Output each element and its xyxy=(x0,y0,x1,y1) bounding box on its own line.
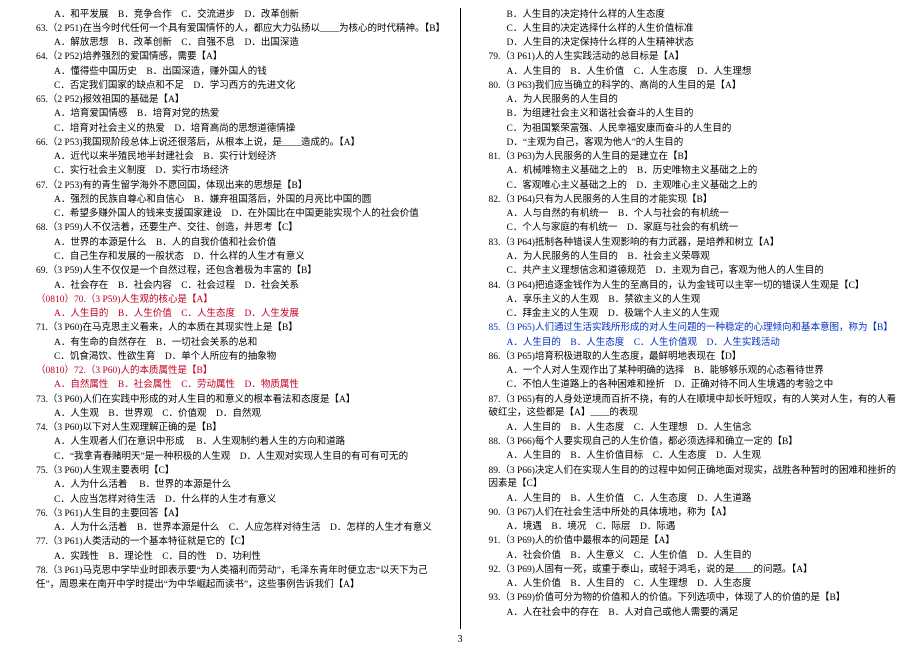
page-number: 3 xyxy=(458,634,463,645)
text-line: （0810）70.（3 P59)人生观的核心是【A】 xyxy=(18,294,444,308)
text-line: 79.（3 P61)人的人生实践活动的总目标是【A】 xyxy=(471,51,897,65)
text-line: A．人生观者人们在意识中形成 B．人生观制约着人生的方向和道路 xyxy=(18,436,444,450)
text-line: A．实践性 B．理论性 C．目的性 D．功利性 xyxy=(18,551,444,565)
text-line: B．人生目的决定持什么样的人生态度 xyxy=(471,9,897,23)
text-line: 64.（2 P52)培养强烈的爱国情感，需要【A】 xyxy=(18,51,444,65)
two-column-layout: A．和平发展 B．竞争合作 C．交流进步 D．改革创新63.（2 P51)在当今… xyxy=(0,0,920,651)
text-line: A．解放思想 B．改革创新 C．自强不息 D．出国深造 xyxy=(18,37,444,51)
text-line: （0810）72.（3 P60)人的本质属性是【B】 xyxy=(18,365,444,379)
text-line: 86.（3 P65)培育积极进取的人生态度，最鲜明地表现在【D】 xyxy=(471,351,897,365)
text-line: C．个人与家庭的有机统一 D．家庭与社会的有机统一 xyxy=(471,222,897,236)
text-line: 71.（3 P60)在马克思主义看来，人的本质在其现实性上是【B】 xyxy=(18,322,444,336)
text-line: 78.（3 P61)马克思中学毕业时即表示要“为人类福利而劳动”，毛泽东青年时便… xyxy=(18,565,444,593)
text-line: 80.（3 P63)我们应当确立的科学的、高尚的人生目的是【A】 xyxy=(471,80,897,94)
text-line: 88.（3 P66)每个人要实现自己的人生价值，都必须选择和确立一定的【B】 xyxy=(471,436,897,450)
text-line: C．不怕人生道路上的各种困难和挫折 D．正确对待不同人生境遇的考验之中 xyxy=(471,379,897,393)
text-line: 89.（3 P66)决定人们在实现人生目的的过程中如何正确地面对现实，战胜各种暂… xyxy=(471,465,897,493)
text-line: 66.（2 P53)我国现阶段总体上说还很落后，从根本上说，是﻿____﻿造成的… xyxy=(18,137,444,151)
text-line: 84.（3 P64)把追逐金钱作为人生的至高目的，认为金钱可以主宰一切的错误人生… xyxy=(471,280,897,294)
text-line: A．境遇 B．境况 C．际层 D．际遇 xyxy=(471,521,897,535)
text-line: 85.（3 P65)人们通过生活实践所形成的对人生问题的一种稳定的心理倾向和基本… xyxy=(471,322,897,336)
text-line: A．人生目的 B．人生态度 C．人生价值观 D．人生实践活动 xyxy=(471,337,897,351)
text-line: 65.（2 P52)报效祖国的基础是【A】 xyxy=(18,94,444,108)
text-line: 91.（3 P69)人的价值中最根本的问题是【A】 xyxy=(471,535,897,549)
text-line: A．为人民服务的人生目的 xyxy=(471,94,897,108)
text-line: 77.（3 P61)人类活动的一个基本特征就是它的【C】 xyxy=(18,536,444,550)
right-column: B．人生目的决定持什么样的人生态度C．人生目的决定选择什么样的人生价值标准D．人… xyxy=(463,8,911,629)
text-line: 63.（2 P51)在当今时代任何一个具有爱国情怀的人，都应大力弘扬以﻿____… xyxy=(18,23,444,37)
text-line: 69.（3 P59)人生不仅仅是一个自然过程，还包含着极为丰富的【B】 xyxy=(18,265,444,279)
text-line: A．人生目的 B．人生价值目标 C．人生态度 D．人生观 xyxy=(471,450,897,464)
text-line: A．人为什么活着 B．世界的本源是什么 xyxy=(18,479,444,493)
text-line: C．客观唯心主义基础之上的 D．主观唯心主义基础之上的 xyxy=(471,180,897,194)
text-line: 83.（3 P64)抵制各种错误人生观影响的有力武器，是培养和树立【A】 xyxy=(471,237,897,251)
text-line: 68.（3 P59)人不仅活着，还要生产、交往、创造，并思考【C】 xyxy=(18,222,444,236)
text-line: A．近代以来半殖民地半封建社会 B．实行计划经济 xyxy=(18,151,444,165)
text-line: C．培育对社会主义的热爱 D．培育高尚的思想道德情操 xyxy=(18,123,444,137)
text-line: A．培育爱国情感 B．培育对党的热爱 xyxy=(18,108,444,122)
text-line: 93.（3 P69)价值可分为物的价值和人的价值。下列选项中，体现了人的价值的是… xyxy=(471,592,897,606)
text-line: A．享乐主义的人生观 B．禁欲主义的人生观 xyxy=(471,294,897,308)
text-line: A．世界的本源是什么 B．人的自我价值和社会价值 xyxy=(18,237,444,251)
text-line: D．人生目的决定保持什么样的人生精神状态 xyxy=(471,37,897,51)
text-line: C．希望多赚外国人的钱来支援国家建设 D．在外国比在中国更能实现个人的社会价值 xyxy=(18,208,444,222)
text-line: C．“我拿青春赌明天”是一种积极的人生观 D．人生观对实现人生目的有可有可无的 xyxy=(18,451,444,465)
text-line: A．人在社会中的存在 B．人对自己或他人需要的满足 xyxy=(471,607,897,621)
text-line: A．人生观 B．世界观 C．价值观 D．自然观 xyxy=(18,408,444,422)
text-line: D．“主观为自己，客观为他人”的人生目的 xyxy=(471,137,897,151)
text-line: A．为人民服务的人生目的 B．社会主义荣辱观 xyxy=(471,251,897,265)
text-line: A．社会价值 B．人生意义 C．人生价值 D．人生目的 xyxy=(471,550,897,564)
text-line: C．人生目的决定选择什么样的人生价值标准 xyxy=(471,23,897,37)
text-line: A．有生命的自然存在 B．一切社会关系的总和 xyxy=(18,337,444,351)
text-line: A．人生目的 B．人生价值 C．人生态度 D．人生道路 xyxy=(471,493,897,507)
text-line: C．共产主义理想信念和道德规范 D．主观为自己，客观为他人的人生目的 xyxy=(471,265,897,279)
text-line: 90.（3 P67)人们在社会生活中所处的具体境地，称为【A】 xyxy=(471,507,897,521)
text-line: C．为祖国繁荣富强、人民幸福安康而奋斗的人生目的 xyxy=(471,123,897,137)
text-line: 82.（3 P64)只有为人民服务的人生目的才能实现【B】 xyxy=(471,194,897,208)
left-column: A．和平发展 B．竞争合作 C．交流进步 D．改革创新63.（2 P51)在当今… xyxy=(10,8,458,629)
text-line: B．为组建社会主义和谐社会奋斗的人生目的 xyxy=(471,108,897,122)
text-line: A．社会存在 B．社会内容 C．社会过程 D．社会关系 xyxy=(18,280,444,294)
text-line: A．机械唯物主义基础之上的 B．历史唯物主义基础之上的 xyxy=(471,165,897,179)
text-line: 74.（3 P60)以下对人生观理解正确的是【B】 xyxy=(18,422,444,436)
text-line: 81.（3 P63)为人民服务的人生目的是建立在【B】 xyxy=(471,151,897,165)
text-line: C．拜金主义的人生观 D．极端个人主义的人生观 xyxy=(471,308,897,322)
text-line: A．人生目的 B．人生价值 C．人生态度 D．人生理想 xyxy=(471,66,897,80)
text-line: 92.（3 P69)人固有一死，或重于泰山，或轻于鸿毛，说的是﻿____﻿的问题… xyxy=(471,564,897,578)
text-line: A．人生目的 B．人生态度 C．人生理想 D．人生信念 xyxy=(471,422,897,436)
text-line: A．人为什么活着 B．世界本源是什么 C．人应怎样对待生活 D．怎样的人生才有意… xyxy=(18,522,444,536)
text-line: 73.（3 P60)人们在实践中形成的对人生目的和意义的根本看法和态度是【A】 xyxy=(18,394,444,408)
text-line: C．饥食渴饮、性欲生育 D．单个人所应有的抽象物 xyxy=(18,351,444,365)
column-divider xyxy=(460,8,461,629)
text-line: 87.（3 P65)有的人身处逆境而百折不挠，有的人在顺境中却长吁短叹，有的人笑… xyxy=(471,394,897,422)
document-page: A．和平发展 B．竞争合作 C．交流进步 D．改革创新63.（2 P51)在当今… xyxy=(0,0,920,651)
text-line: 75.（3 P60)人生观主要表明【C】 xyxy=(18,465,444,479)
text-line: A．一个人对人生观作出了某种明确的选择 B．能够够乐观的心态看待世界 xyxy=(471,365,897,379)
text-line: C．自己生存和发展的一般状态 D．什么样的人生才有意义 xyxy=(18,251,444,265)
text-line: C．实行社会主义制度 D．实行市场经济 xyxy=(18,165,444,179)
text-line: 67.（2 P53)有的青生留学海外不愿回国，体现出来的思想是【B】 xyxy=(18,180,444,194)
text-line: A．和平发展 B．竞争合作 C．交流进步 D．改革创新 xyxy=(18,9,444,23)
text-line: A．人与自然的有机统一 B．个人与社会的有机统一 xyxy=(471,208,897,222)
text-line: C．人应当怎样对待生活 D．什么样的人生才有意义 xyxy=(18,494,444,508)
text-line: A．人生价值 B．人生目的 C．人生理想 D．人生态度 xyxy=(471,578,897,592)
text-line: A．自然属性 B．社会属性 C．劳动属性 D．物质属性 xyxy=(18,379,444,393)
text-line: 76.（3 P61)人生目的主要回答【A】 xyxy=(18,508,444,522)
text-line: C．否定我们国家的缺点和不足 D．学习西方的先进文化 xyxy=(18,80,444,94)
text-line: A．强烈的民族自尊心和自信心 B．嫌弃祖国落后，外国的月亮比中国的圆 xyxy=(18,194,444,208)
text-line: A．人生目的 B．人生价值 C．人生态度 D．人生发展 xyxy=(18,308,444,322)
text-line: A．懂得些中国历史 B．出国深造，赚外国人的钱 xyxy=(18,66,444,80)
